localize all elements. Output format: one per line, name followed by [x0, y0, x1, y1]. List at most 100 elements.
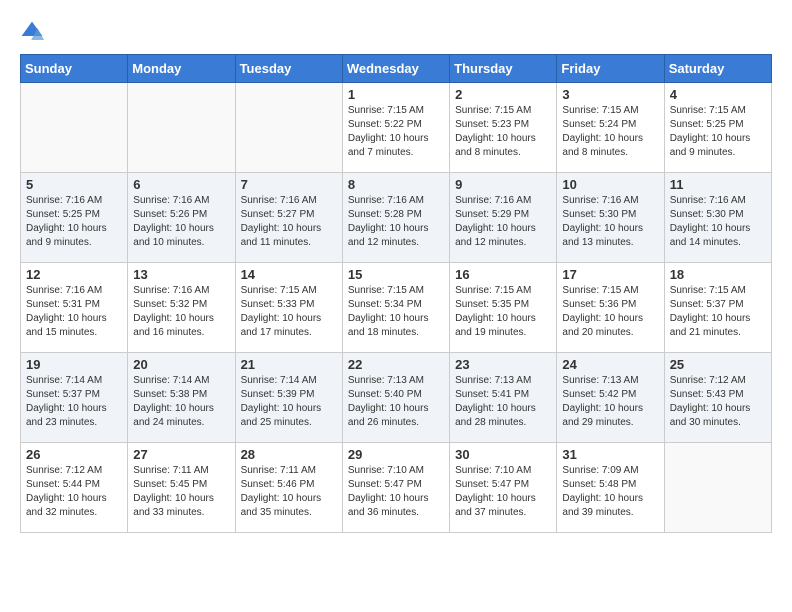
day-info: Sunrise: 7:15 AM Sunset: 5:36 PM Dayligh…: [562, 284, 658, 340]
calendar-cell: 7 Sunrise: 7:16 AM Sunset: 5:27 PM Daylig…: [235, 173, 342, 263]
day-number: 13: [133, 267, 229, 282]
page-header: [20, 20, 772, 44]
calendar-cell: 20Sunrise: 7:14 AM Sunset: 5:38 PM Dayli…: [128, 353, 235, 443]
calendar-cell: 31 Sunrise: 7:09 AM Sunset: 5:48 PM Dayli…: [557, 443, 664, 533]
day-info: Sunrise: 7:16 AM Sunset: 5:32 PM Dayligh…: [133, 284, 229, 340]
day-number: 19: [26, 357, 122, 372]
calendar-cell: 21 Sunrise: 7:14 AM Sunset: 5:39 PM Dayli…: [235, 353, 342, 443]
calendar-cell: 10Sunrise: 7:16 AM Sunset: 5:30 PM Dayli…: [557, 173, 664, 263]
day-number: 31: [562, 447, 658, 462]
calendar-cell: 11 Sunrise: 7:16 AM Sunset: 5:30 PM Dayli…: [664, 173, 771, 263]
calendar-cell: 19 Sunrise: 7:14 AM Sunset: 5:37 PM Dayli…: [21, 353, 128, 443]
calendar-cell: 17 Sunrise: 7:15 AM Sunset: 5:36 PM Dayli…: [557, 263, 664, 353]
day-header-thursday: Thursday: [450, 55, 557, 83]
day-info: Sunrise: 7:16 AM Sunset: 5:26 PM Dayligh…: [133, 194, 229, 250]
day-info: Sunrise: 7:14 AM Sunset: 5:37 PM Dayligh…: [26, 374, 122, 430]
calendar-cell: [21, 83, 128, 173]
calendar-cell: 8 Sunrise: 7:16 AM Sunset: 5:28 PM Daylig…: [342, 173, 449, 263]
calendar-cell: [128, 83, 235, 173]
day-number: 23: [455, 357, 551, 372]
day-info: Sunrise: 7:11 AM Sunset: 5:46 PM Dayligh…: [241, 464, 337, 520]
day-info: Sunrise: 7:15 AM Sunset: 5:24 PM Dayligh…: [562, 104, 658, 160]
day-header-monday: Monday: [128, 55, 235, 83]
logo-icon: [20, 20, 44, 44]
day-info: Sunrise: 7:12 AM Sunset: 5:43 PM Dayligh…: [670, 374, 766, 430]
day-number: 1: [348, 87, 444, 102]
day-info: Sunrise: 7:10 AM Sunset: 5:47 PM Dayligh…: [348, 464, 444, 520]
day-number: 30: [455, 447, 551, 462]
calendar-header-row: SundayMondayTuesdayWednesdayThursdayFrid…: [21, 55, 772, 83]
calendar-cell: 28 Sunrise: 7:11 AM Sunset: 5:46 PM Dayli…: [235, 443, 342, 533]
day-info: Sunrise: 7:13 AM Sunset: 5:42 PM Dayligh…: [562, 374, 658, 430]
calendar-cell: 16 Sunrise: 7:15 AM Sunset: 5:35 PM Dayli…: [450, 263, 557, 353]
day-info: Sunrise: 7:16 AM Sunset: 5:29 PM Dayligh…: [455, 194, 551, 250]
day-number: 17: [562, 267, 658, 282]
day-header-saturday: Saturday: [664, 55, 771, 83]
day-number: 18: [670, 267, 766, 282]
day-number: 8: [348, 177, 444, 192]
day-number: 15: [348, 267, 444, 282]
calendar-cell: 24 Sunrise: 7:13 AM Sunset: 5:42 PM Dayli…: [557, 353, 664, 443]
day-header-sunday: Sunday: [21, 55, 128, 83]
day-number: 26: [26, 447, 122, 462]
day-info: Sunrise: 7:12 AM Sunset: 5:44 PM Dayligh…: [26, 464, 122, 520]
day-info: Sunrise: 7:13 AM Sunset: 5:41 PM Dayligh…: [455, 374, 551, 430]
calendar-cell: [235, 83, 342, 173]
day-info: Sunrise: 7:13 AM Sunset: 5:40 PM Dayligh…: [348, 374, 444, 430]
day-number: 9: [455, 177, 551, 192]
calendar-cell: 30 Sunrise: 7:10 AM Sunset: 5:47 PM Dayli…: [450, 443, 557, 533]
day-info: Sunrise: 7:15 AM Sunset: 5:25 PM Dayligh…: [670, 104, 766, 160]
calendar-cell: 27Sunrise: 7:11 AM Sunset: 5:45 PM Dayli…: [128, 443, 235, 533]
day-info: Sunrise: 7:15 AM Sunset: 5:33 PM Dayligh…: [241, 284, 337, 340]
day-info: Sunrise: 7:15 AM Sunset: 5:35 PM Dayligh…: [455, 284, 551, 340]
calendar-cell: 5Sunrise: 7:16 AM Sunset: 5:25 PM Daylig…: [21, 173, 128, 263]
day-info: Sunrise: 7:16 AM Sunset: 5:31 PM Dayligh…: [26, 284, 122, 340]
day-info: Sunrise: 7:09 AM Sunset: 5:48 PM Dayligh…: [562, 464, 658, 520]
calendar-cell: 12 Sunrise: 7:16 AM Sunset: 5:31 PM Dayli…: [21, 263, 128, 353]
day-info: Sunrise: 7:16 AM Sunset: 5:27 PM Dayligh…: [241, 194, 337, 250]
calendar-cell: 15 Sunrise: 7:15 AM Sunset: 5:34 PM Dayli…: [342, 263, 449, 353]
day-info: Sunrise: 7:16 AM Sunset: 5:28 PM Dayligh…: [348, 194, 444, 250]
calendar-cell: 25 Sunrise: 7:12 AM Sunset: 5:43 PM Dayli…: [664, 353, 771, 443]
calendar-cell: 13 Sunrise: 7:16 AM Sunset: 5:32 PM Dayli…: [128, 263, 235, 353]
day-number: 12: [26, 267, 122, 282]
day-number: 3: [562, 87, 658, 102]
day-number: 28: [241, 447, 337, 462]
day-number: 4: [670, 87, 766, 102]
calendar-week-row: 19 Sunrise: 7:14 AM Sunset: 5:37 PM Dayli…: [21, 353, 772, 443]
calendar-cell: 29Sunrise: 7:10 AM Sunset: 5:47 PM Dayli…: [342, 443, 449, 533]
day-number: 7: [241, 177, 337, 192]
day-header-wednesday: Wednesday: [342, 55, 449, 83]
day-info: Sunrise: 7:16 AM Sunset: 5:30 PM Dayligh…: [670, 194, 766, 250]
day-number: 22: [348, 357, 444, 372]
day-info: Sunrise: 7:14 AM Sunset: 5:39 PM Dayligh…: [241, 374, 337, 430]
calendar-cell: 3 Sunrise: 7:15 AM Sunset: 5:24 PM Daylig…: [557, 83, 664, 173]
day-number: 16: [455, 267, 551, 282]
calendar-cell: 23 Sunrise: 7:13 AM Sunset: 5:41 PM Dayli…: [450, 353, 557, 443]
day-info: Sunrise: 7:14 AM Sunset: 5:38 PM Dayligh…: [133, 374, 229, 430]
calendar-cell: 2 Sunrise: 7:15 AM Sunset: 5:23 PM Daylig…: [450, 83, 557, 173]
day-number: 24: [562, 357, 658, 372]
day-number: 2: [455, 87, 551, 102]
day-number: 25: [670, 357, 766, 372]
calendar-cell: 26 Sunrise: 7:12 AM Sunset: 5:44 PM Dayli…: [21, 443, 128, 533]
calendar-cell: 9 Sunrise: 7:16 AM Sunset: 5:29 PM Daylig…: [450, 173, 557, 263]
day-number: 5: [26, 177, 122, 192]
calendar-cell: [664, 443, 771, 533]
day-info: Sunrise: 7:15 AM Sunset: 5:23 PM Dayligh…: [455, 104, 551, 160]
calendar-cell: 6Sunrise: 7:16 AM Sunset: 5:26 PM Daylig…: [128, 173, 235, 263]
day-number: 14: [241, 267, 337, 282]
calendar-week-row: 5Sunrise: 7:16 AM Sunset: 5:25 PM Daylig…: [21, 173, 772, 263]
calendar-table: SundayMondayTuesdayWednesdayThursdayFrid…: [20, 54, 772, 533]
day-info: Sunrise: 7:15 AM Sunset: 5:37 PM Dayligh…: [670, 284, 766, 340]
day-info: Sunrise: 7:10 AM Sunset: 5:47 PM Dayligh…: [455, 464, 551, 520]
day-number: 21: [241, 357, 337, 372]
calendar-cell: 1Sunrise: 7:15 AM Sunset: 5:22 PM Daylig…: [342, 83, 449, 173]
day-info: Sunrise: 7:11 AM Sunset: 5:45 PM Dayligh…: [133, 464, 229, 520]
day-info: Sunrise: 7:15 AM Sunset: 5:34 PM Dayligh…: [348, 284, 444, 340]
calendar-week-row: 12 Sunrise: 7:16 AM Sunset: 5:31 PM Dayli…: [21, 263, 772, 353]
calendar-cell: 14 Sunrise: 7:15 AM Sunset: 5:33 PM Dayli…: [235, 263, 342, 353]
day-header-tuesday: Tuesday: [235, 55, 342, 83]
day-number: 10: [562, 177, 658, 192]
day-number: 11: [670, 177, 766, 192]
